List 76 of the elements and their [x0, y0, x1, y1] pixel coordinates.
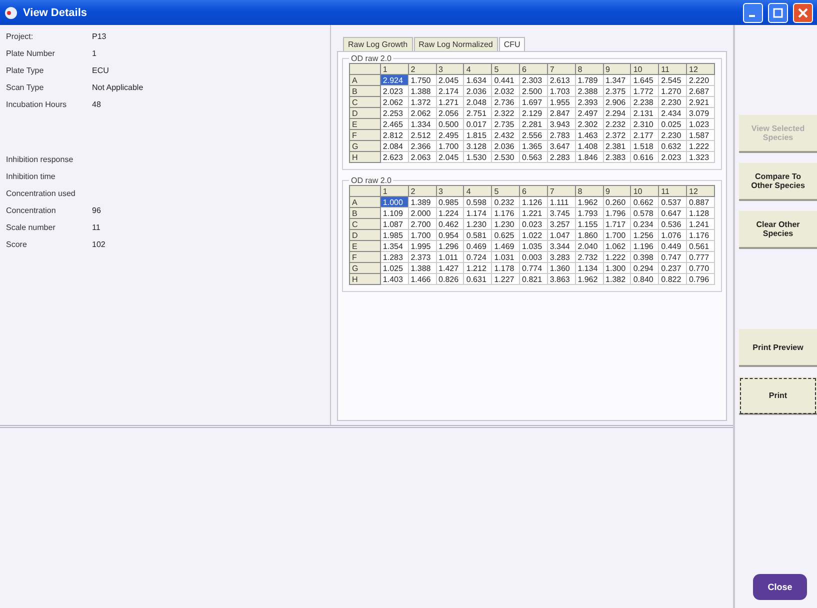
row-header: B — [350, 208, 380, 218]
corner-header — [350, 64, 380, 74]
column-header: 5 — [492, 186, 520, 196]
column-header: 8 — [575, 64, 604, 74]
column-header: 1 — [380, 64, 408, 74]
column-header: 9 — [603, 186, 631, 196]
app-icon — [4, 6, 18, 20]
column-header: 12 — [686, 186, 714, 196]
row-header: F — [350, 252, 380, 262]
column-header: 5 — [492, 64, 520, 74]
row-header: D — [350, 230, 380, 240]
row-header: G — [350, 140, 380, 152]
window-title: View Details — [23, 6, 88, 18]
close-icon[interactable] — [793, 2, 813, 22]
field-value: 11 — [92, 223, 102, 232]
field-label: Score — [6, 240, 28, 249]
tab[interactable]: Raw Log Normalized — [414, 37, 498, 51]
column-header: 10 — [630, 186, 659, 196]
column-header: 7 — [547, 64, 576, 74]
column-header: 2 — [408, 186, 436, 196]
row-header: F — [350, 130, 380, 140]
field-label: Inhibition time — [6, 172, 56, 181]
row-header: C — [350, 96, 380, 108]
field-label: Inhibition response — [6, 155, 74, 164]
grid-title: OD raw 2.0 — [350, 54, 392, 63]
row-header: B — [350, 86, 380, 96]
column-header: 3 — [436, 64, 464, 74]
action-button[interactable]: Compare To Other Species — [739, 163, 817, 201]
close-button[interactable]: Close — [753, 574, 807, 600]
row-header: D — [350, 108, 380, 118]
minimize-icon[interactable] — [743, 2, 763, 22]
action-button[interactable]: Clear Other Species — [739, 211, 817, 249]
column-header: 3 — [436, 186, 464, 196]
row-header: E — [350, 118, 380, 130]
maximize-icon[interactable] — [768, 2, 788, 22]
tab[interactable]: Raw Log Growth — [343, 37, 413, 51]
field-value: P13 — [92, 32, 108, 41]
column-header: 12 — [686, 64, 714, 74]
column-header: 4 — [464, 64, 492, 74]
field-value: 1 — [92, 49, 98, 58]
field-label: Plate Type — [6, 66, 45, 75]
field-value: 102 — [92, 240, 106, 249]
column-header: 11 — [658, 64, 686, 74]
field-label: Incubation Hours — [6, 100, 68, 109]
field-label: Concentration — [6, 206, 57, 215]
corner-header — [350, 186, 380, 196]
column-header: 9 — [603, 64, 631, 74]
field-label: Project: — [6, 32, 34, 41]
column-header: 11 — [658, 186, 686, 196]
action-button[interactable]: Print — [739, 377, 817, 415]
action-button[interactable]: Print Preview — [739, 329, 817, 367]
row-header: H — [350, 152, 380, 162]
row-header: E — [350, 240, 380, 252]
field-value: Not Applicable — [92, 83, 144, 92]
field-label: Concentration used — [6, 189, 76, 198]
row-header: C — [350, 218, 380, 230]
column-header: 7 — [547, 186, 576, 196]
field-label: Plate Number — [6, 49, 56, 58]
column-header: 10 — [630, 64, 659, 74]
column-header: 8 — [575, 186, 604, 196]
field-value: ECU — [92, 66, 110, 75]
row-header: G — [350, 262, 380, 274]
field-value: 48 — [92, 100, 102, 109]
row-header: H — [350, 274, 380, 284]
column-header: 1 — [380, 186, 408, 196]
tab[interactable]: CFU — [498, 37, 526, 51]
grid-title: OD raw 2.0 — [350, 176, 392, 185]
column-header: 6 — [520, 186, 548, 196]
field-value: 96 — [92, 206, 102, 215]
row-header: A — [350, 74, 380, 86]
column-header: 2 — [408, 64, 436, 74]
column-header: 4 — [464, 186, 492, 196]
field-label: Scale number — [6, 223, 56, 232]
row-header: A — [350, 196, 380, 208]
column-header: 6 — [520, 64, 548, 74]
field-label: Scan Type — [6, 83, 45, 92]
